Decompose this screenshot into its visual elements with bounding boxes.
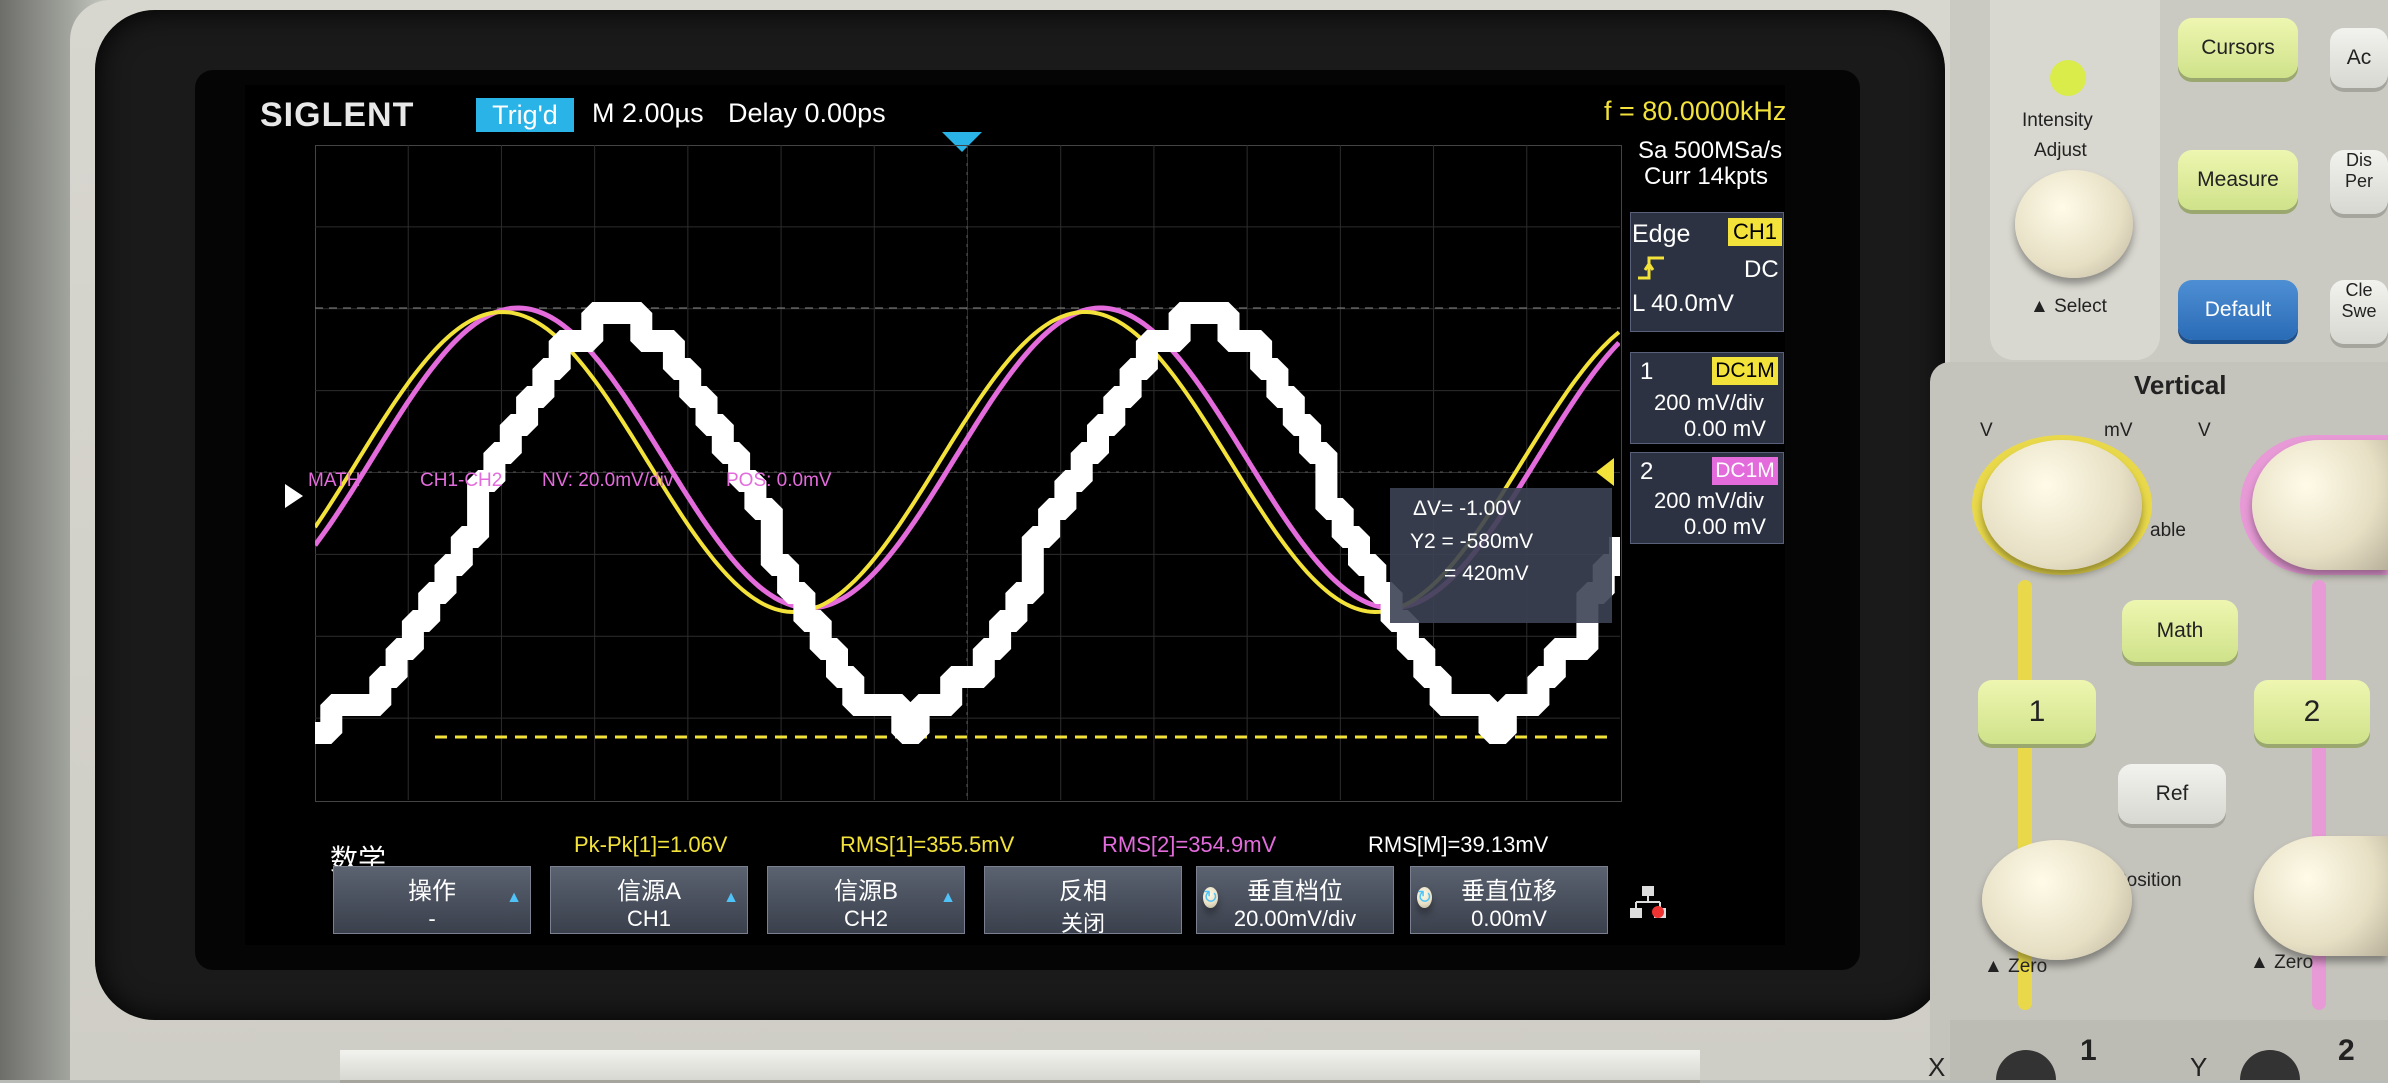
push-icon: ▲ xyxy=(2250,952,2275,973)
softkey-title: 信源A xyxy=(616,878,681,905)
ch1-coupling-badge: DC1M xyxy=(1712,357,1778,385)
ch1-volts-div-knob[interactable] xyxy=(1982,440,2142,570)
adjust-label: Adjust xyxy=(2034,140,2087,161)
measurement-rms-ch2: RMS[2]=354.9mV xyxy=(1102,832,1277,857)
softkey-source-a[interactable]: 信源A CH1 ▲ xyxy=(550,866,748,934)
softkey-title: 垂直位移 xyxy=(1461,878,1557,905)
brand-logo: SIGLENT xyxy=(260,96,415,134)
clear-sweep-button-partial[interactable]: Cle Swe xyxy=(2330,280,2388,344)
softkey-value: - xyxy=(428,906,436,931)
rising-edge-icon xyxy=(1636,252,1666,287)
trigger-status-badge: Trig'd xyxy=(476,98,574,132)
display-label: Dis xyxy=(2346,150,2372,170)
measurement-rms-math: RMS[M]=39.13mV xyxy=(1368,832,1549,857)
ch1-offset: 0.00 mV xyxy=(1684,416,1766,441)
cursor-delta-v: ΔV= -1.00V xyxy=(1413,497,1522,520)
volt-label: V xyxy=(1980,420,1993,441)
softkey-title: 操作 xyxy=(408,878,456,905)
ch2-offset: 0.00 mV xyxy=(1684,514,1766,539)
ch2-offset-marker xyxy=(1596,458,1614,486)
rotate-knob-icon: ↻ xyxy=(1203,887,1219,908)
softkey-operation[interactable]: 操作 - ▲ xyxy=(333,866,531,934)
measurement-rms-ch1: RMS[1]=355.5mV xyxy=(840,832,1015,857)
ch2-position-knob[interactable] xyxy=(2254,836,2388,956)
ch1-zero-label: ▲ Zero xyxy=(1984,956,2047,978)
push-icon: ▲ xyxy=(2030,296,2055,317)
math-label: MATH xyxy=(308,470,361,491)
up-arrow-icon: ▲ xyxy=(723,889,739,906)
softkey-buttons-row xyxy=(340,1050,1700,1080)
intensity-label: Intensity xyxy=(2022,110,2093,131)
softkey-value: 0.00mV xyxy=(1471,906,1547,931)
softkey-invert[interactable]: 反相 关闭 xyxy=(984,866,1182,936)
select-text: Select xyxy=(2054,296,2107,317)
ch1-input-number: 1 xyxy=(2080,1034,2097,1067)
ch2-volts-div-knob[interactable] xyxy=(2252,440,2388,570)
cursor-y1: = 420mV xyxy=(1444,562,1529,585)
zero-text: Zero xyxy=(2008,956,2048,977)
sweep-label: Swe xyxy=(2341,301,2377,321)
display-persist-button-partial[interactable]: Dis Per xyxy=(2330,150,2388,214)
sample-rate-label: Sa 500MSa/s xyxy=(1638,137,1783,164)
vertical-section-title: Vertical xyxy=(2134,370,2227,400)
math-position: POS: 0.0mV xyxy=(726,470,832,491)
ch1-scale: 200 mV/div xyxy=(1654,390,1765,415)
ch2-scale: 200 mV/div xyxy=(1654,488,1765,513)
millivolt-label: mV xyxy=(2104,420,2133,441)
intensity-knob[interactable] xyxy=(2015,170,2133,278)
clear-label: Cle xyxy=(2345,280,2373,300)
softkey-value: CH2 xyxy=(843,906,888,931)
frequency-readout: f = 80.0000kHz xyxy=(1604,96,1787,126)
zero-text: Zero xyxy=(2274,952,2314,973)
ch2-coupling-badge: DC1M xyxy=(1712,457,1778,485)
measurement-pkpk-ch1: Pk-Pk[1]=1.06V xyxy=(574,832,728,857)
math-scale: NV: 20.0mV/div xyxy=(542,470,674,491)
ch2-zero-label: ▲ Zero xyxy=(2250,952,2313,974)
softkey-title: 垂直档位 xyxy=(1247,878,1343,905)
up-arrow-icon: ▲ xyxy=(940,889,956,906)
math-expression: CH1-CH2 xyxy=(420,470,503,491)
cursors-button[interactable]: Cursors xyxy=(2178,18,2298,78)
softkey-title: 反相 xyxy=(1059,878,1107,905)
trigger-coupling: DC xyxy=(1744,256,1779,283)
softkey-title: 信源B xyxy=(833,878,898,905)
push-icon: ▲ xyxy=(1984,956,2009,977)
trigger-source-badge: CH1 xyxy=(1728,218,1782,246)
ch2-input-number: 2 xyxy=(2338,1034,2355,1067)
softkey-value: 20.00mV/div xyxy=(1233,906,1357,931)
trigger-type: Edge xyxy=(1632,220,1691,248)
memory-depth-label: Curr 14kpts xyxy=(1644,163,1769,190)
ch1-number: 1 xyxy=(1640,358,1654,385)
softkey-vertical-scale[interactable]: ↻ 垂直档位 20.00mV/div xyxy=(1196,866,1394,934)
rotate-knob-icon: ↻ xyxy=(1417,887,1433,908)
math-button[interactable]: Math xyxy=(2122,600,2238,662)
ref-button[interactable]: Ref xyxy=(2118,764,2226,824)
persist-label: Per xyxy=(2344,171,2373,191)
ch1-button[interactable]: 1 xyxy=(1978,680,2096,744)
power-led-icon xyxy=(2050,60,2086,96)
softkey-vertical-offset[interactable]: ↻ 垂直位移 0.00mV xyxy=(1410,866,1608,934)
timebase-label: M 2.00µs xyxy=(592,98,704,128)
default-button[interactable]: Default xyxy=(2178,280,2298,340)
cursor-y2: Y2 = -580mV xyxy=(1410,530,1534,553)
variable-label: able xyxy=(2150,520,2186,541)
up-arrow-icon: ▲ xyxy=(506,889,522,906)
softkey-value: 关闭 xyxy=(1060,911,1105,936)
softkey-source-b[interactable]: 信源B CH2 ▲ xyxy=(767,866,965,934)
measure-button[interactable]: Measure xyxy=(2178,150,2298,210)
select-label: ▲ Select xyxy=(2030,296,2107,318)
network-icon xyxy=(1628,882,1668,922)
waveform-area xyxy=(315,145,1620,800)
ch2-button[interactable]: 2 xyxy=(2254,680,2370,744)
ch1-position-knob[interactable] xyxy=(1982,840,2132,960)
trigger-level: L 40.0mV xyxy=(1632,290,1734,317)
acquire-button-partial[interactable]: Ac xyxy=(2330,28,2388,88)
x-input-label: X xyxy=(1928,1052,1946,1082)
ch2-number: 2 xyxy=(1640,458,1654,485)
volt-label-ch2: V xyxy=(2198,420,2211,441)
softkey-value: CH1 xyxy=(626,906,671,931)
delay-label: Delay 0.00ps xyxy=(728,98,886,128)
y-input-label: Y xyxy=(2190,1052,2208,1082)
math-offset-marker[interactable] xyxy=(285,484,303,508)
